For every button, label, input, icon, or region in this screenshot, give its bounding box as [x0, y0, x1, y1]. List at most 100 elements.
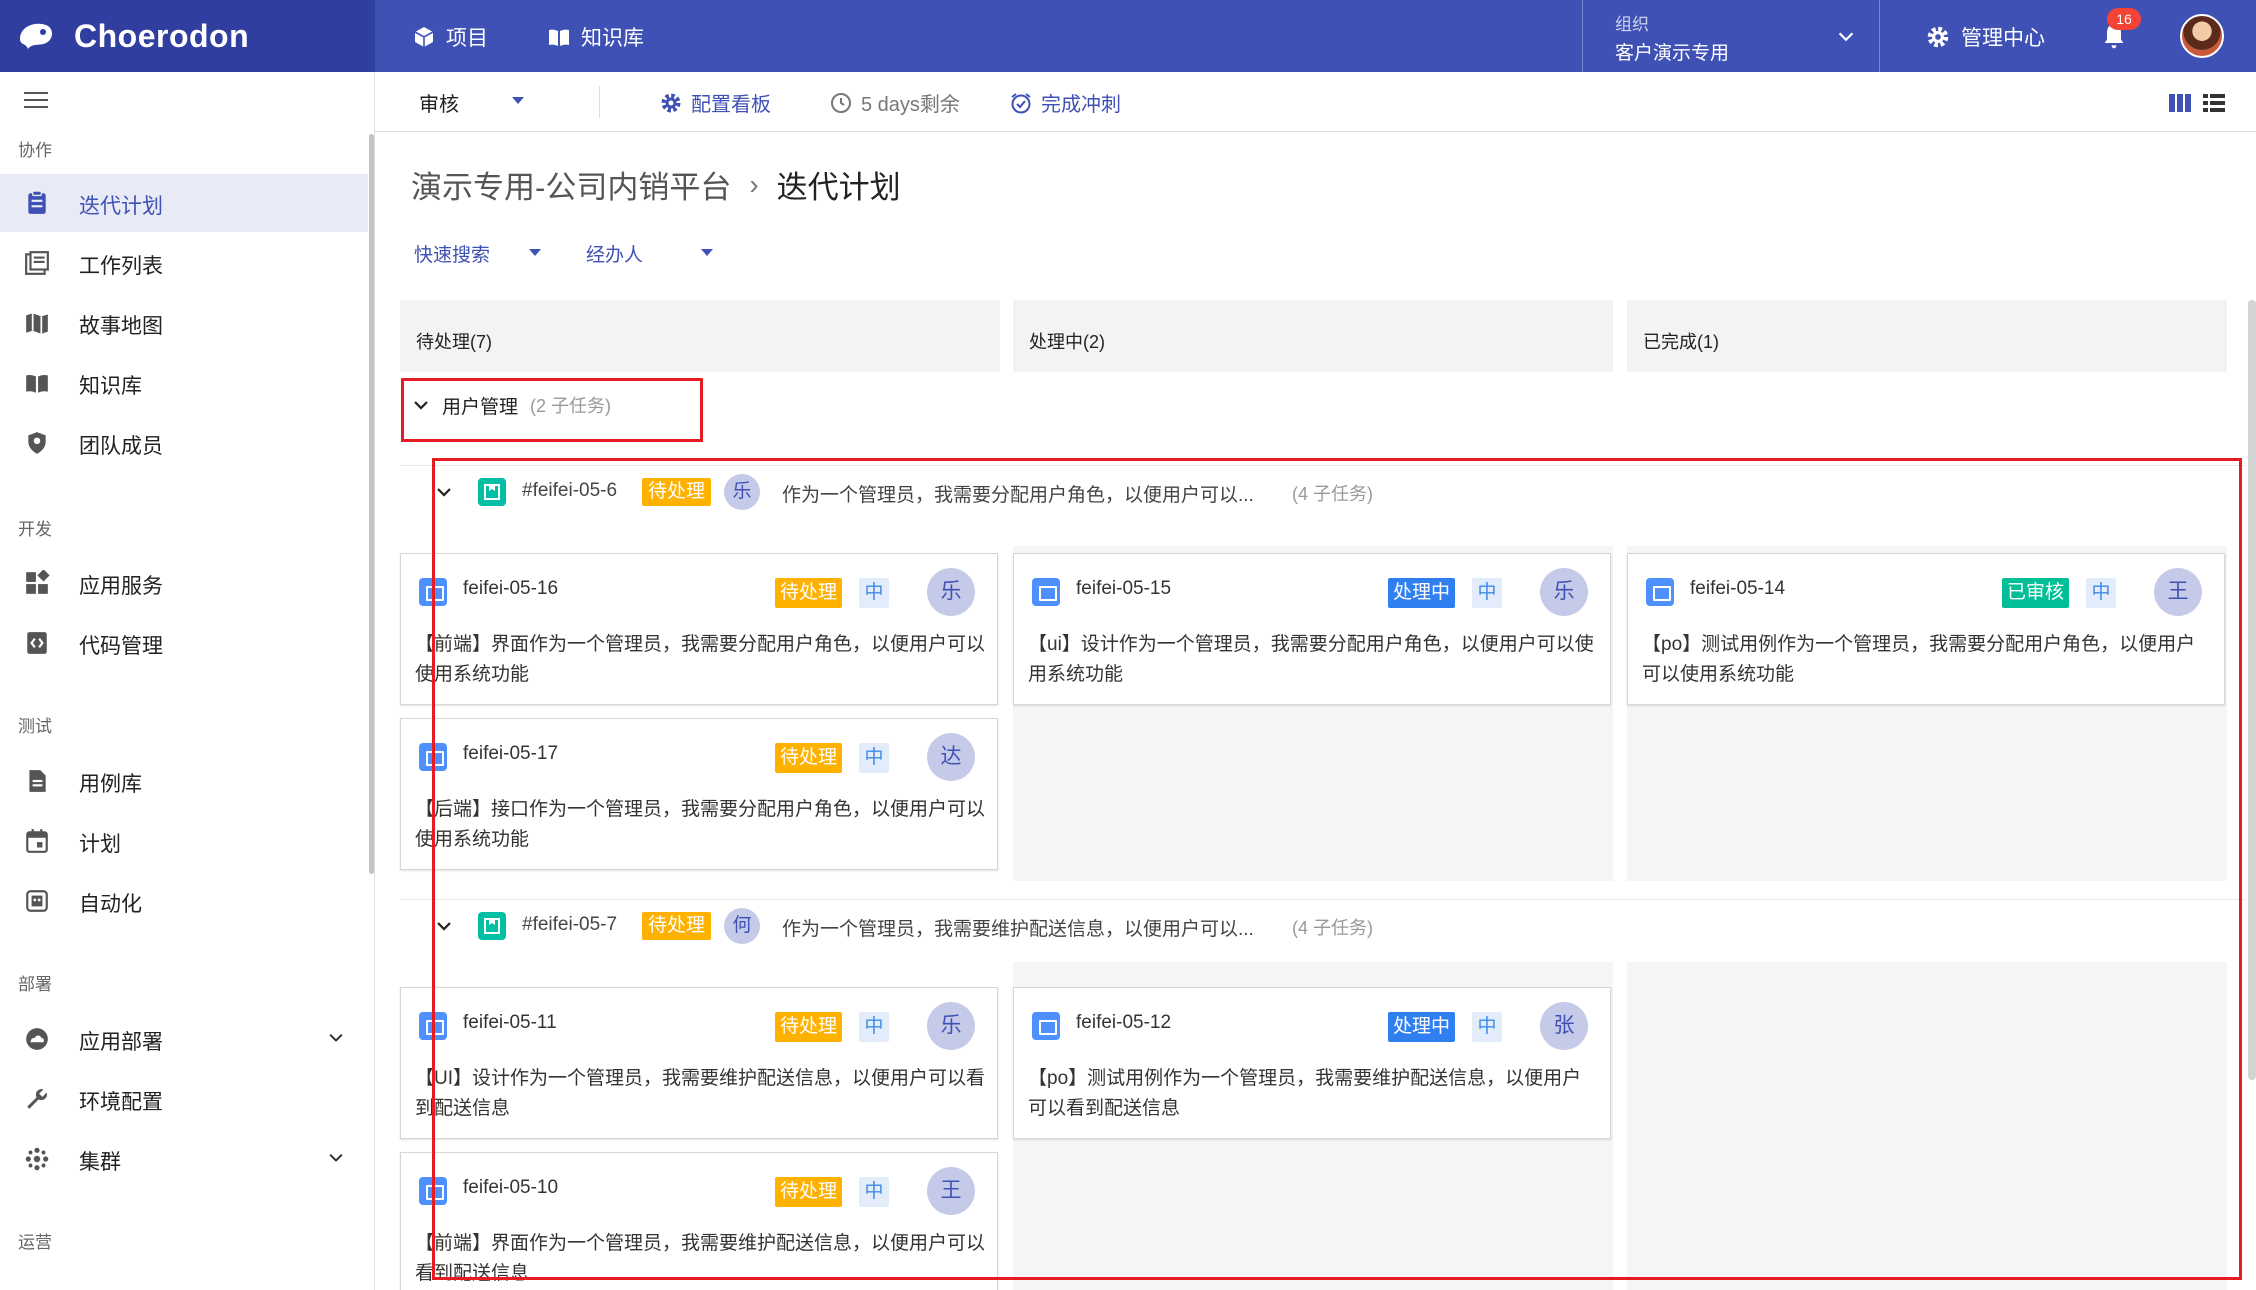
board-toolbar: 审核 配置看板 5 days剩余 完成冲刺 [375, 72, 2256, 132]
sidebar: 协作 迭代计划 工作列表 故事地图 知识库 团队成员 开发 应用服务 代码管理 … [0, 72, 375, 1290]
sidebar-item-work-list[interactable]: 工作列表 [0, 234, 368, 292]
book-icon [26, 374, 48, 393]
top-navigation-bar: Choerodon 项目 知识库 组织 客户演示专用 管理中心 16 [0, 0, 2256, 72]
sidebar-item-label: 工作列表 [79, 255, 163, 278]
sidebar-item-label: 计划 [79, 833, 121, 856]
sidebar-item-app-deploy[interactable]: 应用部署 [0, 1010, 368, 1068]
complete-sprint-button[interactable]: 完成冲刺 [1009, 88, 1121, 117]
sidebar-item-label: 故事地图 [79, 315, 163, 338]
sidebar-item-label: 自动化 [79, 893, 142, 916]
column-header-done: 已完成(1) [1627, 300, 2227, 372]
org-label: 组织 [1615, 15, 1649, 34]
nav-knowledge-label: 知识库 [581, 27, 644, 50]
sidebar-item-case-lib[interactable]: 用例库 [0, 752, 368, 810]
cube-icon [414, 27, 434, 47]
gear-icon [661, 93, 681, 112]
sidebar-group-deploy: 部署 [18, 975, 52, 994]
nav-project[interactable]: 项目 [412, 22, 488, 52]
sidebar-item-plan[interactable]: 计划 [0, 812, 368, 870]
sidebar-item-label: 团队成员 [79, 435, 163, 458]
highlight-box-stories [432, 458, 2242, 1280]
alarm-check-icon [1011, 92, 1031, 113]
clock-icon [831, 92, 851, 113]
column-title: 处理中(2) [1029, 332, 1105, 352]
assignee-filter[interactable]: 经办人 [586, 240, 643, 267]
admin-center-label: 管理中心 [1961, 27, 2045, 50]
org-selector[interactable]: 组织 客户演示专用 [1582, 0, 1880, 72]
sidebar-item-automation[interactable]: 自动化 [0, 872, 368, 930]
calendar-icon [26, 829, 48, 853]
breadcrumb: 演示专用-公司内销平台 › 迭代计划 [411, 162, 901, 207]
nav-knowledge[interactable]: 知识库 [547, 22, 644, 52]
sidebar-group-dev: 开发 [18, 520, 52, 539]
sidebar-group-collab: 协作 [18, 141, 52, 160]
column-title: 待处理(7) [416, 332, 492, 352]
org-value: 客户演示专用 [1615, 43, 1730, 64]
column-header-doing: 处理中(2) [1013, 300, 1613, 372]
chevron-down-icon [329, 1033, 343, 1042]
logo[interactable]: Choerodon [0, 0, 375, 72]
sidebar-item-app-service[interactable]: 应用服务 [0, 554, 368, 612]
sidebar-item-label: 环境配置 [79, 1091, 163, 1114]
sidebar-item-story-map[interactable]: 故事地图 [0, 294, 368, 352]
wrench-icon [27, 1088, 48, 1109]
menu-icon[interactable] [24, 90, 48, 110]
map-icon [26, 313, 48, 334]
quick-search-filter[interactable]: 快速搜索 [414, 240, 490, 267]
highlight-box-group [401, 378, 703, 442]
choerodon-logo-icon [20, 23, 52, 49]
config-board-label: 配置看板 [691, 94, 771, 116]
caret-down-icon[interactable] [512, 97, 524, 104]
book-open-icon [549, 29, 569, 46]
list-icon [25, 251, 49, 275]
sidebar-item-label: 用例库 [79, 773, 142, 796]
config-board-button[interactable]: 配置看板 [659, 88, 771, 117]
notification-badge: 16 [2107, 8, 2141, 30]
list-view-icon[interactable] [2203, 94, 2225, 112]
cloud-icon [26, 1028, 48, 1050]
page-title: 迭代计划 [776, 170, 901, 205]
chevron-down-icon [329, 1153, 343, 1162]
breadcrumb-separator: › [749, 168, 759, 200]
sidebar-item-knowledge[interactable]: 知识库 [0, 354, 368, 412]
chevron-down-icon [1838, 32, 1854, 42]
shield-icon [28, 432, 46, 454]
apps-icon [26, 570, 50, 594]
sidebar-group-ops: 运营 [18, 1233, 52, 1252]
sidebar-item-label: 集群 [79, 1151, 121, 1174]
cluster-icon [25, 1147, 49, 1171]
sidebar-item-label: 迭代计划 [79, 195, 163, 218]
sidebar-item-env-config[interactable]: 环境配置 [0, 1070, 368, 1128]
column-header-todo: 待处理(7) [400, 300, 1000, 372]
sidebar-item-sprint-plan[interactable]: 迭代计划 [0, 174, 368, 232]
code-icon [27, 632, 47, 654]
sidebar-item-team[interactable]: 团队成员 [0, 414, 368, 472]
sidebar-item-cluster[interactable]: 集群 [0, 1130, 368, 1188]
app-name: Choerodon [74, 18, 250, 54]
gear-icon [1927, 26, 1949, 48]
caret-down-icon[interactable] [529, 249, 541, 256]
toolbar-divider [599, 86, 600, 118]
sidebar-item-label: 应用服务 [79, 575, 163, 598]
board-scrollbar[interactable] [2248, 300, 2256, 1080]
breadcrumb-project[interactable]: 演示专用-公司内销平台 [411, 162, 731, 207]
sidebar-group-test: 测试 [18, 717, 52, 736]
clipboard-icon [28, 190, 46, 214]
columns-view-icon[interactable] [2169, 94, 2191, 112]
caret-down-icon[interactable] [701, 249, 713, 256]
column-title: 已完成(1) [1643, 332, 1719, 352]
sidebar-item-code[interactable]: 代码管理 [0, 614, 368, 672]
nav-project-label: 项目 [446, 27, 488, 50]
sidebar-item-label: 代码管理 [79, 635, 163, 658]
admin-center-button[interactable]: 管理中心 [1925, 22, 2045, 52]
user-avatar[interactable] [2180, 14, 2224, 58]
sidebar-scrollbar[interactable] [369, 134, 374, 874]
document-icon [29, 770, 46, 792]
sidebar-item-label: 应用部署 [79, 1031, 163, 1054]
robot-icon [26, 890, 48, 912]
days-remaining-label: 5 days剩余 [861, 94, 960, 116]
days-remaining: 5 days剩余 [829, 88, 960, 117]
complete-sprint-label: 完成冲刺 [1041, 94, 1121, 116]
board-select[interactable]: 审核 [419, 88, 459, 117]
sidebar-item-label: 知识库 [79, 375, 142, 398]
